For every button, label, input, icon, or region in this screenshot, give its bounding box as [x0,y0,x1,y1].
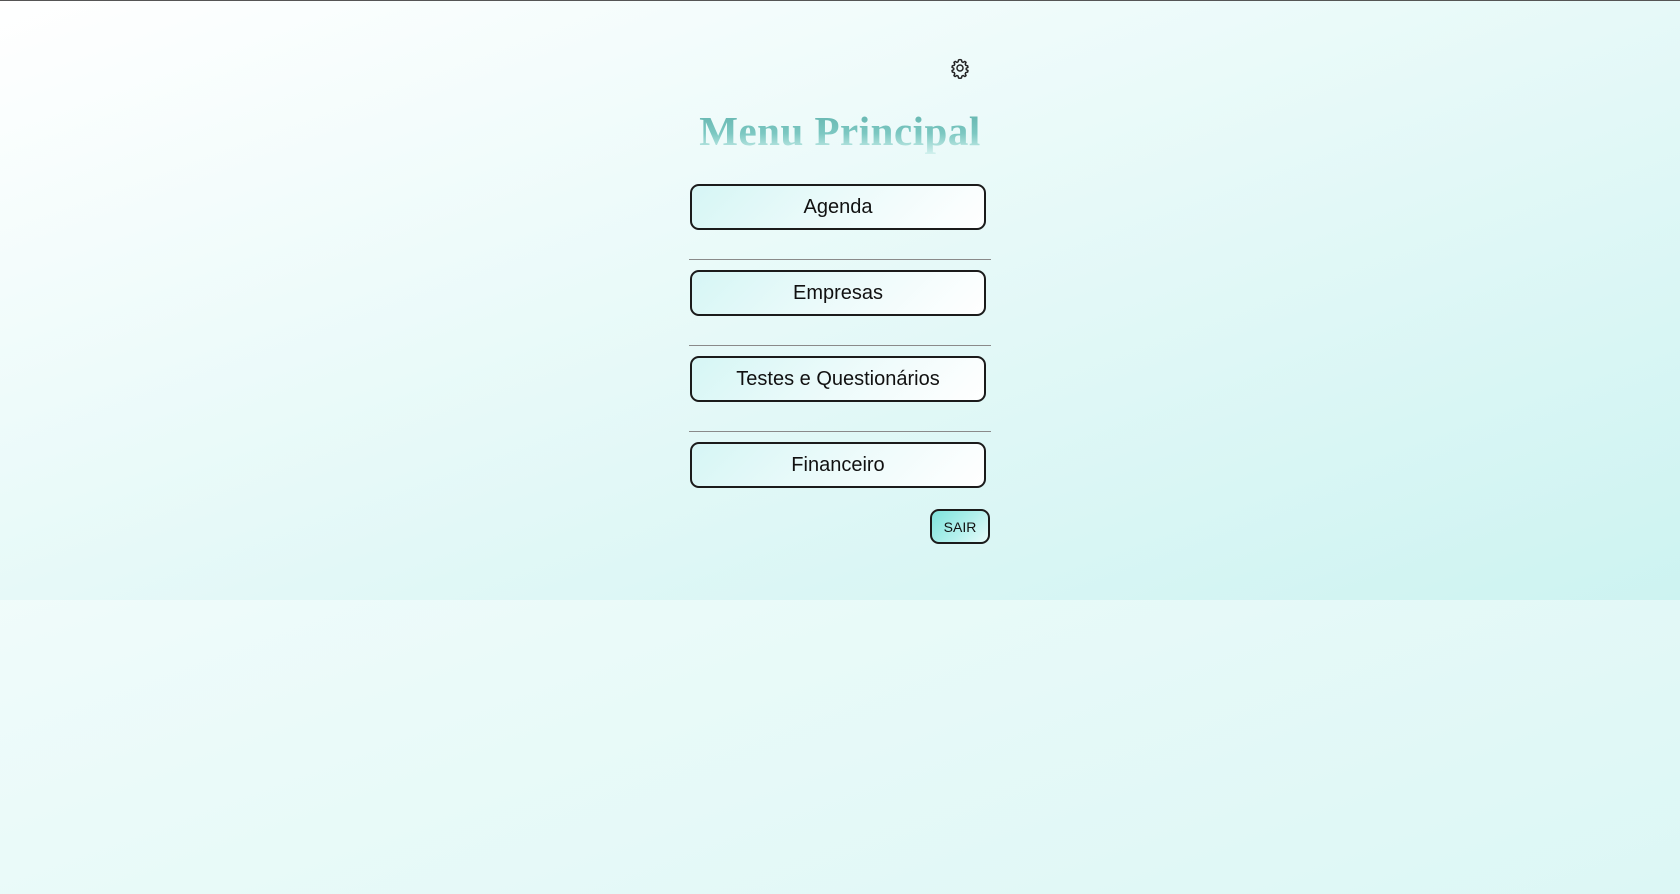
empresas-button[interactable]: Empresas [690,270,986,316]
menu-divider [689,431,991,432]
gear-icon[interactable] [949,57,971,80]
page-title: Menu Principal [689,107,991,155]
menu-divider [689,259,991,260]
exit-button[interactable]: SAIR [930,509,990,544]
testes-questionarios-button[interactable]: Testes e Questionários [690,356,986,402]
financeiro-button[interactable]: Financeiro [690,442,986,488]
agenda-button[interactable]: Agenda [690,184,986,230]
menu-divider [689,345,991,346]
